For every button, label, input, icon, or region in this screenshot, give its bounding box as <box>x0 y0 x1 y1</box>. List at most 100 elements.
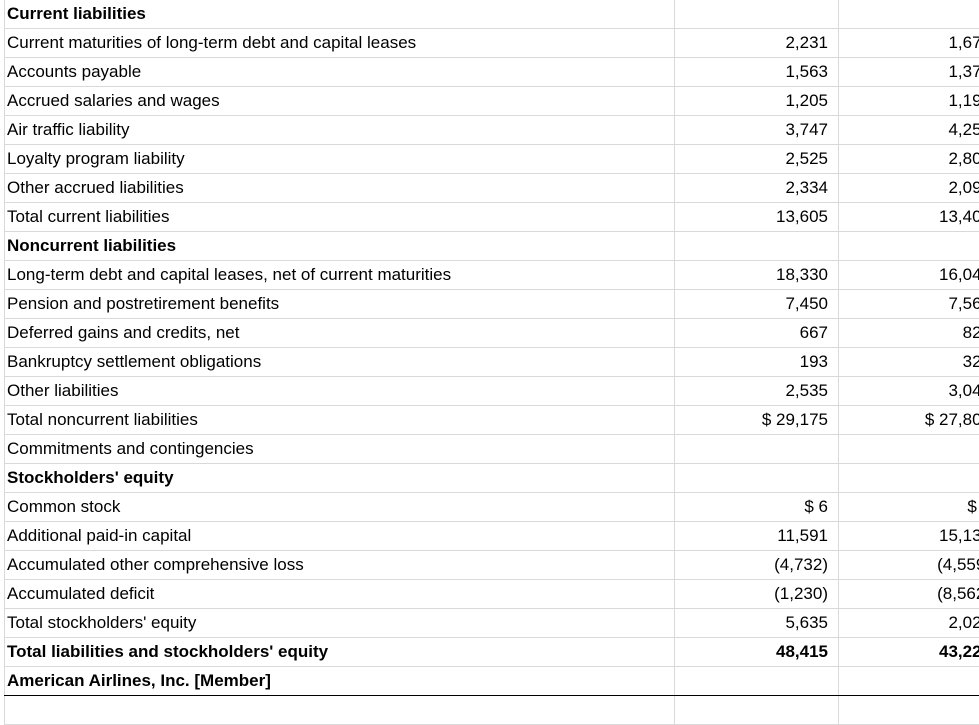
table-row: Common stock$ 6$ 7 <box>5 493 979 522</box>
table-row: Total current liabilities13,60513,404 <box>5 203 979 232</box>
table-row: Accrued salaries and wages1,2051,194 <box>5 87 979 116</box>
row-label-cell[interactable]: Total liabilities and stockholders' equi… <box>5 638 675 667</box>
value-cell-col2[interactable]: $ 7 <box>839 493 979 522</box>
row-label-cell[interactable]: Commitments and contingencies <box>5 435 675 464</box>
table-row: Commitments and contingencies <box>5 435 979 464</box>
value-cell-col1[interactable] <box>675 435 839 464</box>
table-row: Air traffic liability3,7474,252 <box>5 116 979 145</box>
value-cell-col2[interactable]: (8,562) <box>839 580 979 609</box>
table-row: Total noncurrent liabilities$ 29,175$ 27… <box>5 406 979 435</box>
value-cell-col1[interactable]: 7,450 <box>675 290 839 319</box>
value-cell-col1[interactable] <box>675 0 839 29</box>
table-row: Other accrued liabilities2,3342,097 <box>5 174 979 203</box>
row-label-cell[interactable]: Air traffic liability <box>5 116 675 145</box>
row-label-cell[interactable]: Deferred gains and credits, net <box>5 319 675 348</box>
value-cell-col2[interactable]: 13,404 <box>839 203 979 232</box>
table-row: Accounts payable1,5631,377 <box>5 58 979 87</box>
table-row: Current maturities of long-term debt and… <box>5 29 979 58</box>
value-cell-col1[interactable] <box>675 696 839 725</box>
table-row: Additional paid-in capital11,59115,135 <box>5 522 979 551</box>
value-cell-col2[interactable] <box>839 0 979 29</box>
value-cell-col1[interactable]: 3,747 <box>675 116 839 145</box>
value-cell-col2[interactable]: $ 27,800 <box>839 406 979 435</box>
sheet-body: Current liabilitiesCurrent maturities of… <box>5 0 979 725</box>
row-label-cell[interactable]: Accumulated deficit <box>5 580 675 609</box>
value-cell-col2[interactable]: 2,021 <box>839 609 979 638</box>
value-cell-col2[interactable] <box>839 464 979 493</box>
value-cell-col1[interactable]: $ 6 <box>675 493 839 522</box>
row-label-cell[interactable]: Total current liabilities <box>5 203 675 232</box>
value-cell-col1[interactable]: 2,525 <box>675 145 839 174</box>
value-cell-col1[interactable]: 2,231 <box>675 29 839 58</box>
table-row: Loyalty program liability2,5252,807 <box>5 145 979 174</box>
table-row: Stockholders' equity <box>5 464 979 493</box>
value-cell-col2[interactable]: 7,562 <box>839 290 979 319</box>
row-label-cell[interactable]: Total stockholders' equity <box>5 609 675 638</box>
table-row: Other liabilities2,5353,041 <box>5 377 979 406</box>
value-cell-col2[interactable] <box>839 232 979 261</box>
row-label-cell[interactable]: American Airlines, Inc. [Member] <box>5 667 675 696</box>
value-cell-col1[interactable]: 2,334 <box>675 174 839 203</box>
value-cell-col2[interactable]: (4,559) <box>839 551 979 580</box>
value-cell-col2[interactable]: 4,252 <box>839 116 979 145</box>
row-label-cell[interactable]: Accrued salaries and wages <box>5 87 675 116</box>
value-cell-col1[interactable]: 193 <box>675 348 839 377</box>
value-cell-col2[interactable] <box>839 667 979 696</box>
value-cell-col2[interactable]: 325 <box>839 348 979 377</box>
row-label-cell[interactable]: Current maturities of long-term debt and… <box>5 29 675 58</box>
value-cell-col2[interactable]: 43,225 <box>839 638 979 667</box>
table-row: Accumulated other comprehensive loss(4,7… <box>5 551 979 580</box>
table-row: Pension and postretirement benefits7,450… <box>5 290 979 319</box>
value-cell-col2[interactable] <box>839 696 979 725</box>
row-label-cell[interactable]: Loyalty program liability <box>5 145 675 174</box>
row-label-cell[interactable]: Additional paid-in capital <box>5 522 675 551</box>
value-cell-col1[interactable] <box>675 232 839 261</box>
row-label-cell[interactable]: Long-term debt and capital leases, net o… <box>5 261 675 290</box>
row-label-cell[interactable]: Accumulated other comprehensive loss <box>5 551 675 580</box>
row-label-cell[interactable]: Total noncurrent liabilities <box>5 406 675 435</box>
table-row: Total liabilities and stockholders' equi… <box>5 638 979 667</box>
value-cell-col1[interactable]: $ 29,175 <box>675 406 839 435</box>
row-label-cell[interactable]: Accounts payable <box>5 58 675 87</box>
row-label-cell[interactable]: Other accrued liabilities <box>5 174 675 203</box>
balance-sheet-table: Current liabilitiesCurrent maturities of… <box>4 0 979 725</box>
value-cell-col2[interactable] <box>839 435 979 464</box>
table-row: Total stockholders' equity5,6352,021 <box>5 609 979 638</box>
value-cell-col2[interactable]: 1,194 <box>839 87 979 116</box>
value-cell-col1[interactable]: 5,635 <box>675 609 839 638</box>
row-label-cell[interactable]: Other liabilities <box>5 377 675 406</box>
table-row: Long-term debt and capital leases, net o… <box>5 261 979 290</box>
value-cell-col2[interactable]: 3,041 <box>839 377 979 406</box>
value-cell-col2[interactable]: 2,097 <box>839 174 979 203</box>
value-cell-col1[interactable]: 11,591 <box>675 522 839 551</box>
table-row: Noncurrent liabilities <box>5 232 979 261</box>
value-cell-col2[interactable]: 16,043 <box>839 261 979 290</box>
value-cell-col1[interactable]: (4,732) <box>675 551 839 580</box>
row-label-cell[interactable]: Current liabilities <box>5 0 675 29</box>
value-cell-col2[interactable]: 829 <box>839 319 979 348</box>
table-row: Accumulated deficit(1,230)(8,562) <box>5 580 979 609</box>
table-row: Bankruptcy settlement obligations193325 <box>5 348 979 377</box>
table-row <box>5 696 979 725</box>
value-cell-col2[interactable]: 15,135 <box>839 522 979 551</box>
value-cell-col2[interactable]: 1,677 <box>839 29 979 58</box>
row-label-cell[interactable]: Common stock <box>5 493 675 522</box>
row-label-cell[interactable]: Stockholders' equity <box>5 464 675 493</box>
value-cell-col1[interactable]: 2,535 <box>675 377 839 406</box>
value-cell-col1[interactable] <box>675 464 839 493</box>
row-label-cell[interactable]: Pension and postretirement benefits <box>5 290 675 319</box>
value-cell-col1[interactable] <box>675 667 839 696</box>
value-cell-col2[interactable]: 2,807 <box>839 145 979 174</box>
value-cell-col1[interactable]: 1,205 <box>675 87 839 116</box>
value-cell-col1[interactable]: 13,605 <box>675 203 839 232</box>
value-cell-col2[interactable]: 1,377 <box>839 58 979 87</box>
row-label-cell[interactable] <box>5 696 675 725</box>
value-cell-col1[interactable]: 48,415 <box>675 638 839 667</box>
row-label-cell[interactable]: Bankruptcy settlement obligations <box>5 348 675 377</box>
value-cell-col1[interactable]: 667 <box>675 319 839 348</box>
value-cell-col1[interactable]: 18,330 <box>675 261 839 290</box>
value-cell-col1[interactable]: (1,230) <box>675 580 839 609</box>
row-label-cell[interactable]: Noncurrent liabilities <box>5 232 675 261</box>
table-row: Deferred gains and credits, net667829 <box>5 319 979 348</box>
value-cell-col1[interactable]: 1,563 <box>675 58 839 87</box>
